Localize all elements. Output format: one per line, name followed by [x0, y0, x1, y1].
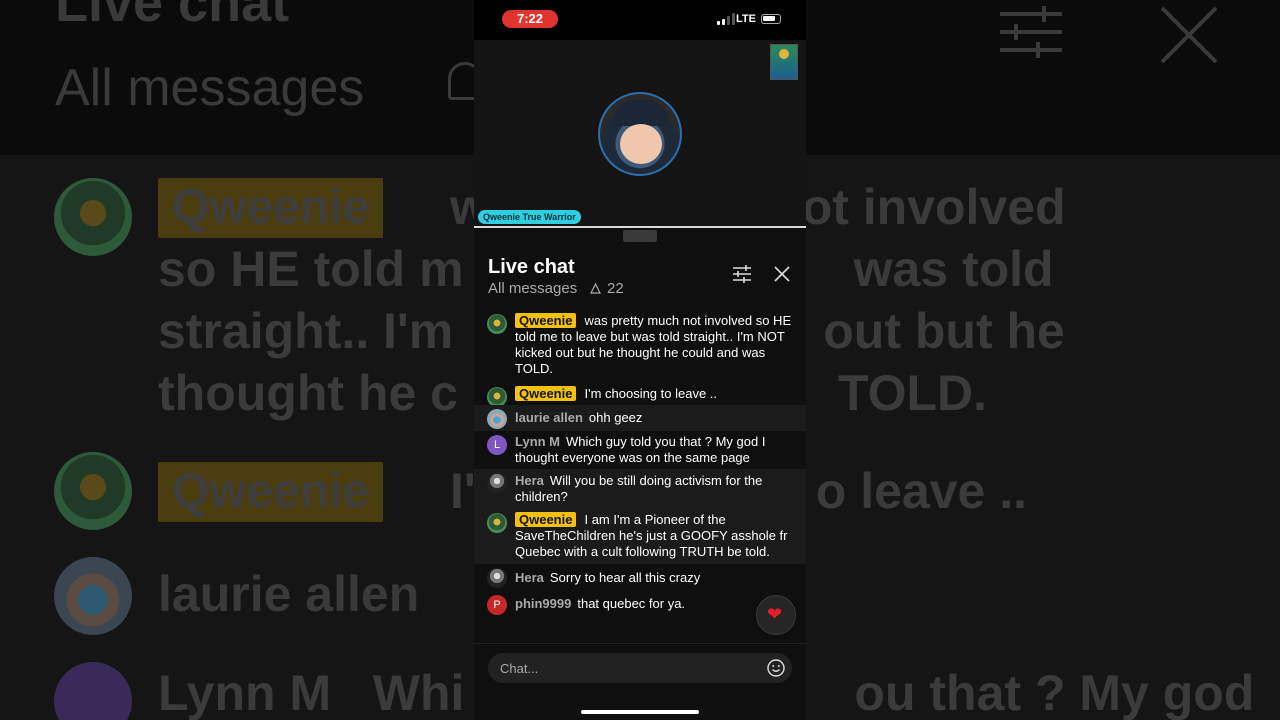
channel-thumbnail[interactable]: [770, 44, 798, 80]
avatar[interactable]: [487, 513, 507, 533]
viewer-count: 22: [607, 280, 624, 297]
message-text: Will you be still doing activism for the…: [515, 473, 763, 504]
avatar[interactable]: [487, 314, 507, 334]
chat-input-bar: [474, 643, 806, 720]
owner-badge[interactable]: Qweenie: [515, 512, 577, 527]
owner-badge[interactable]: Qweenie: [515, 313, 577, 328]
heart-icon: ❤: [767, 604, 783, 624]
background-avatar: [54, 557, 132, 635]
tune-icon[interactable]: [732, 265, 752, 283]
phone-screen: 7:22 LTE Qweenie True Warrior Live chat …: [474, 0, 806, 720]
background-avatar: [54, 662, 132, 720]
chat-message[interactable]: Hera Sorry to hear all this crazy: [474, 564, 806, 591]
signal-icon: [717, 13, 735, 25]
author-name[interactable]: phin9999: [515, 596, 571, 611]
status-bar: 7:22 LTE: [474, 0, 806, 40]
chat-filter-dropdown[interactable]: All messages: [488, 280, 577, 297]
drag-handle[interactable]: [623, 230, 657, 242]
network-label: LTE: [736, 13, 756, 25]
video-player[interactable]: Qweenie True Warrior: [474, 40, 806, 226]
overlay-label: Qweenie True Warrior: [478, 210, 581, 224]
chat-message[interactable]: laurie allen ohh geez: [474, 405, 806, 431]
avatar[interactable]: [487, 409, 507, 429]
background-tune-icon: [1000, 6, 1062, 58]
avatar[interactable]: L: [487, 435, 507, 455]
chat-message-list[interactable]: Qweenie was pretty much not involved so H…: [474, 310, 806, 615]
chat-message[interactable]: Qweenie was pretty much not involved so H…: [474, 310, 806, 380]
message-text: Sorry to hear all this crazy: [549, 570, 701, 585]
avatar[interactable]: [487, 568, 507, 588]
message-text: ohh geez: [588, 410, 643, 425]
background-author-name: laurie allen: [158, 566, 420, 622]
author-name[interactable]: laurie allen: [515, 410, 583, 425]
avatar[interactable]: P: [487, 595, 507, 615]
emoji-icon[interactable]: [767, 659, 785, 677]
background-filter-label: All messages: [55, 59, 365, 117]
home-indicator[interactable]: [581, 710, 699, 714]
message-text: that quebec for ya.: [577, 596, 686, 611]
chat-message[interactable]: Qweenie I'm choosing to leave ..: [474, 383, 806, 407]
owner-badge[interactable]: Qweenie: [515, 386, 577, 401]
background-owner-badge: Qweenie: [158, 462, 384, 522]
background-title: Live chat: [55, 0, 290, 33]
avatar[interactable]: [487, 473, 507, 493]
battery-icon: [761, 14, 781, 24]
author-name[interactable]: Lynn M: [515, 434, 560, 449]
host-cap: [614, 100, 668, 126]
background-owner-badge: Qweenie: [158, 178, 384, 238]
avatar[interactable]: [487, 387, 507, 407]
author-name[interactable]: Hera: [515, 473, 544, 488]
background-close-icon: [1160, 6, 1218, 64]
close-icon[interactable]: [774, 266, 790, 282]
heart-button[interactable]: ❤: [756, 595, 796, 635]
chat-message[interactable]: Hera Will you be still doing activism for…: [474, 469, 806, 509]
status-time: 7:22: [502, 10, 558, 28]
chat-input[interactable]: [488, 653, 792, 683]
chat-message[interactable]: L Lynn M Which guy told you that ? My god…: [474, 431, 806, 469]
message-text: I'm choosing to leave ..: [584, 386, 718, 401]
background-avatar: [54, 178, 132, 256]
video-progress-bar[interactable]: [474, 226, 806, 228]
chat-title: Live chat: [488, 256, 575, 278]
host-face: [620, 124, 662, 164]
background-avatar: [54, 452, 132, 530]
host-avatar: [598, 92, 682, 176]
person-icon: [590, 283, 601, 294]
author-name[interactable]: Hera: [515, 570, 544, 585]
chat-message[interactable]: Qweenie I am I'm a Pioneer of the SaveThe…: [474, 509, 806, 564]
